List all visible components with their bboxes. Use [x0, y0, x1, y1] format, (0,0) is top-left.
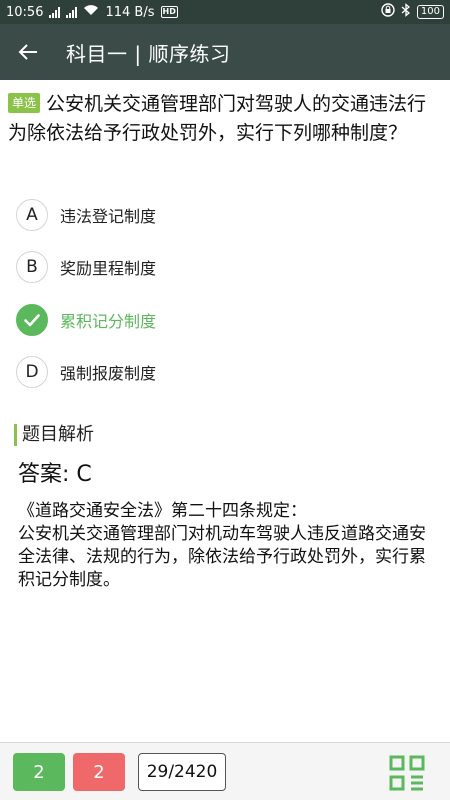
hd-badge: HD: [160, 6, 178, 18]
bottom-bar: 2 2 29/2420: [0, 742, 450, 800]
signal-icon-2: [66, 6, 78, 18]
option-correct-badge: [16, 304, 48, 336]
network-speed: 114 B/s: [105, 4, 155, 20]
answer-sheet-grid-icon: [389, 755, 425, 791]
signal-icon: [49, 6, 61, 18]
question-block: 单选 公安机关交通管理部门对驾驶人的交通违法行为除依法给予行政处罚外，实行下列哪种…: [8, 90, 442, 148]
option-text: 违法登记制度: [60, 207, 157, 226]
question-progress[interactable]: 29/2420: [138, 753, 226, 791]
checkmark-icon: [24, 314, 40, 327]
option-letter-badge: A: [16, 199, 48, 231]
answer-sheet-button[interactable]: [389, 755, 425, 791]
status-time: 10:56: [6, 4, 44, 20]
option-text: 累积记分制度: [60, 312, 157, 331]
lock-rotation-icon: [381, 3, 395, 21]
option-c[interactable]: 累积记分制度: [16, 302, 436, 338]
explanation-text: 《道路交通安全法》第二十四条规定： 公安机关交通管理部门对机动车驾驶人违反道路交…: [18, 501, 426, 590]
option-letter-badge: B: [16, 251, 48, 283]
option-letter-badge: D: [16, 356, 48, 388]
correct-count-button[interactable]: 2: [13, 753, 65, 791]
arrow-left-icon: [18, 44, 37, 60]
app-bar: 科目一 | 顺序练习: [0, 24, 450, 80]
option-text: 奖励里程制度: [60, 259, 157, 278]
battery-indicator: 100: [416, 5, 444, 19]
option-text: 强制报废制度: [60, 364, 157, 383]
option-a[interactable]: A 违法登记制度: [16, 197, 436, 233]
analysis-heading: 题目解析: [14, 424, 94, 446]
bluetooth-icon: [401, 3, 411, 21]
question-text: 公安机关交通管理部门对驾驶人的交通违法行为除依法给予行政处罚外，实行下列哪种制度…: [8, 93, 427, 144]
question-type-badge: 单选: [8, 93, 41, 113]
page-title: 科目一 | 顺序练习: [66, 41, 231, 66]
option-d[interactable]: D 强制报废制度: [16, 354, 436, 390]
answer-text: 答案: C: [18, 462, 92, 487]
wifi-icon: [83, 4, 99, 20]
status-bar: 10:56 114 B/s HD 100: [0, 0, 450, 24]
back-button[interactable]: [0, 24, 56, 80]
wrong-count-button[interactable]: 2: [73, 753, 125, 791]
option-b[interactable]: B 奖励里程制度: [16, 249, 436, 285]
